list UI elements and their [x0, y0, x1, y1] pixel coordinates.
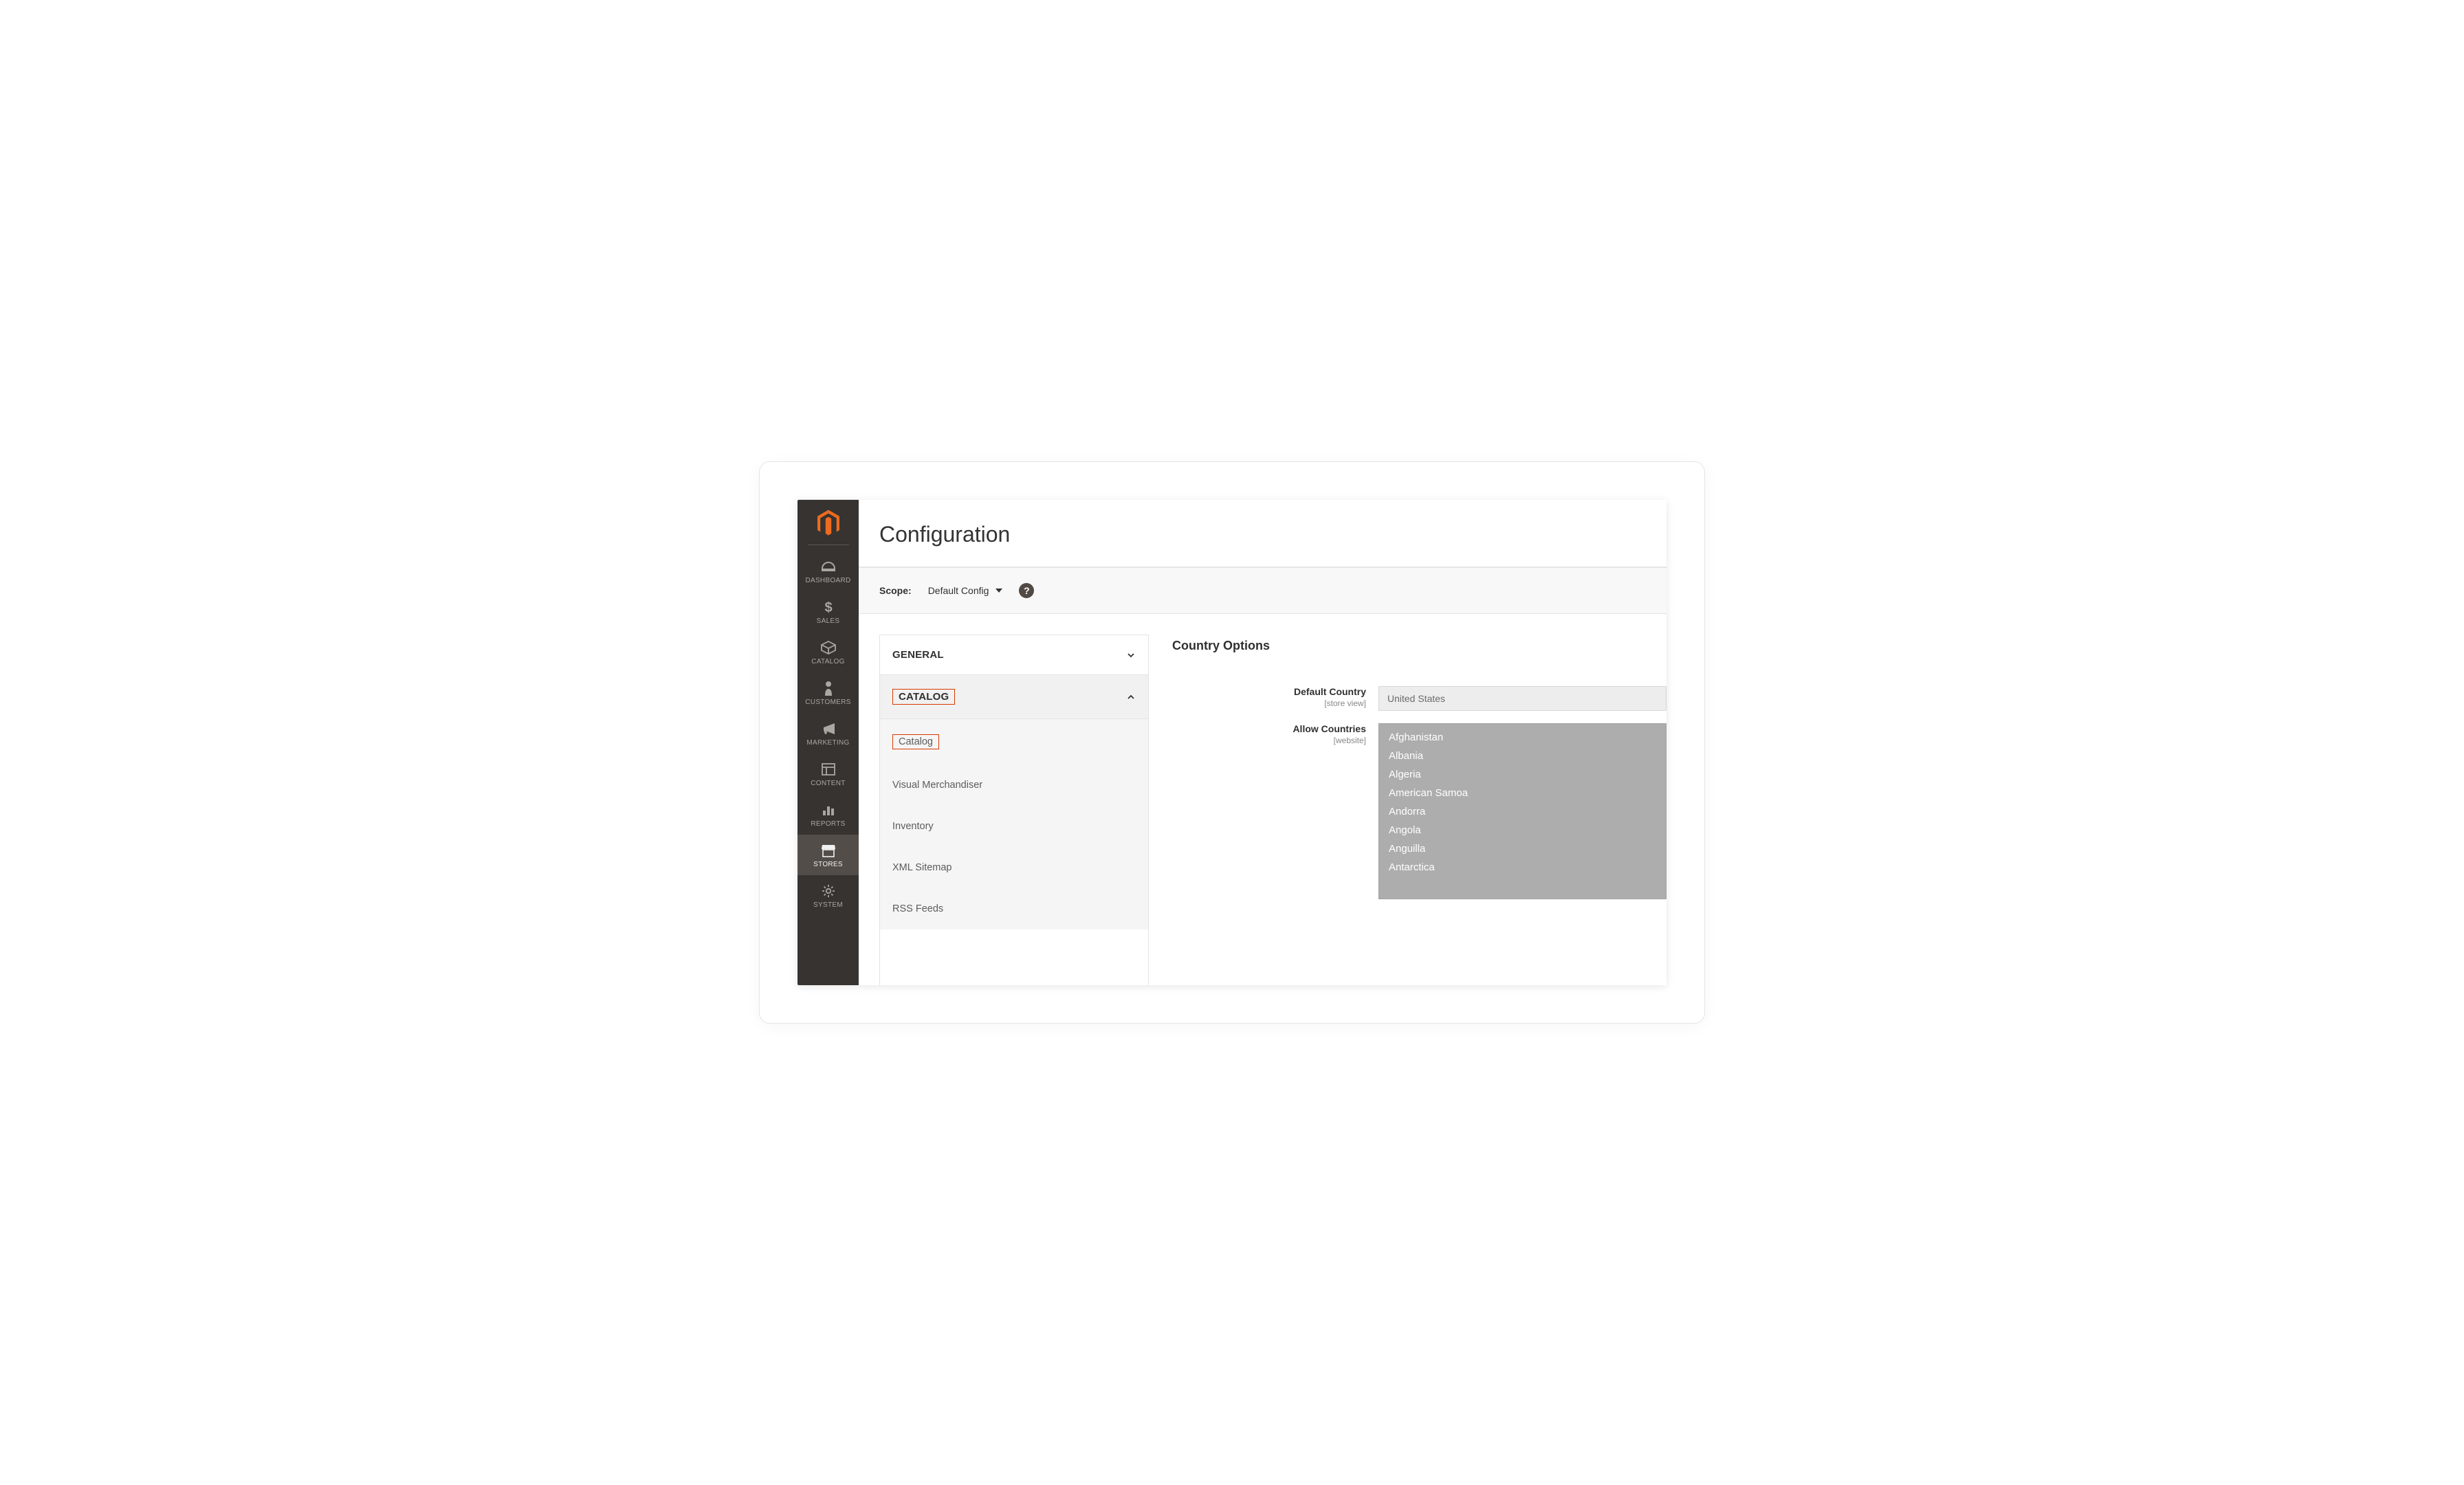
app-window: DASHBOARD $ SALES CATALOG CUSTOMERS — [798, 500, 1666, 985]
config-item-label: Visual Merchandiser — [892, 780, 982, 791]
nav-label: CUSTOMERS — [805, 698, 850, 706]
person-icon — [821, 681, 836, 696]
config-item-catalog[interactable]: Catalog — [880, 719, 1148, 764]
field-allow-countries: Allow Countries [website] Afghanistan Al… — [1172, 723, 1666, 899]
config-item-label: Catalog — [892, 734, 939, 749]
dollar-icon: $ — [821, 600, 836, 615]
magento-logo-icon — [815, 509, 842, 538]
help-icon[interactable]: ? — [1019, 583, 1034, 598]
scope-selector[interactable]: Default Config — [928, 585, 1003, 596]
section-title: Country Options — [1172, 639, 1666, 653]
config-item-label: Inventory — [892, 821, 934, 832]
nav-stores[interactable]: STORES — [798, 835, 859, 875]
config-item-xml-sitemap[interactable]: XML Sitemap — [880, 847, 1148, 888]
nav-dashboard[interactable]: DASHBOARD — [798, 551, 859, 591]
nav-label: MARKETING — [806, 739, 849, 747]
field-default-country: Default Country [store view] United Stat… — [1172, 686, 1666, 711]
field-scope-hint: [website] — [1172, 736, 1366, 745]
field-scope-hint: [store view] — [1172, 698, 1366, 708]
chevron-down-icon — [1126, 650, 1136, 660]
config-item-rss-feeds[interactable]: RSS Feeds — [880, 888, 1148, 930]
default-country-select[interactable]: United States — [1378, 686, 1666, 711]
store-icon — [821, 843, 836, 858]
nav-sales[interactable]: $ SALES — [798, 591, 859, 632]
country-option[interactable]: American Samoa — [1379, 784, 1666, 802]
nav-label: REPORTS — [811, 820, 845, 828]
nav-content[interactable]: CONTENT — [798, 754, 859, 794]
config-group-label: GENERAL — [892, 649, 944, 661]
country-option[interactable]: Albania — [1379, 747, 1666, 765]
layout-icon — [821, 762, 836, 777]
bar-chart-icon — [821, 802, 836, 817]
config-content: GENERAL CATALOG Catalog — [859, 614, 1666, 985]
field-input: United States — [1378, 686, 1666, 711]
config-sub-catalog: Catalog Visual Merchandiser Inventory XM… — [880, 719, 1148, 930]
country-option[interactable]: Antarctica — [1379, 858, 1666, 877]
nav-catalog[interactable]: CATALOG — [798, 632, 859, 672]
scope-value: Default Config — [928, 585, 989, 596]
scope-bar: Scope: Default Config ? — [859, 567, 1666, 614]
field-input: Afghanistan Albania Algeria American Sam… — [1378, 723, 1666, 899]
nav-label: STORES — [813, 861, 843, 868]
field-label: Default Country — [1294, 686, 1366, 697]
config-group-general[interactable]: GENERAL — [880, 635, 1148, 675]
nav-marketing[interactable]: MARKETING — [798, 713, 859, 754]
country-option[interactable]: Afghanistan — [1379, 728, 1666, 747]
config-group-label: CATALOG — [892, 689, 955, 705]
nav-label: SALES — [817, 617, 840, 625]
svg-text:$: $ — [824, 600, 832, 615]
nav-customers[interactable]: CUSTOMERS — [798, 672, 859, 713]
select-value: United States — [1387, 693, 1445, 704]
field-label-wrap: Default Country [store view] — [1172, 686, 1378, 708]
main-content: Configuration Scope: Default Config ? GE… — [859, 500, 1666, 985]
nav-label: CONTENT — [811, 780, 845, 787]
allow-countries-multiselect[interactable]: Afghanistan Albania Algeria American Sam… — [1378, 723, 1666, 899]
megaphone-icon — [821, 721, 836, 736]
page-header: Configuration — [859, 500, 1666, 567]
admin-sidebar: DASHBOARD $ SALES CATALOG CUSTOMERS — [798, 500, 859, 985]
page-title: Configuration — [879, 522, 1646, 547]
nav-label: CATALOG — [811, 658, 844, 666]
config-nav: GENERAL CATALOG Catalog — [879, 635, 1149, 985]
nav-label: SYSTEM — [813, 901, 843, 909]
config-item-label: XML Sitemap — [892, 862, 952, 873]
gear-icon — [821, 883, 836, 899]
country-option[interactable]: Anguilla — [1379, 839, 1666, 858]
nav-system[interactable]: SYSTEM — [798, 875, 859, 916]
country-option[interactable]: Andorra — [1379, 802, 1666, 821]
config-item-visual-merchandiser[interactable]: Visual Merchandiser — [880, 764, 1148, 806]
box-icon — [821, 640, 836, 655]
chevron-up-icon — [1126, 692, 1136, 702]
logo[interactable] — [798, 500, 859, 544]
field-label-wrap: Allow Countries [website] — [1172, 723, 1378, 745]
config-group-catalog[interactable]: CATALOG — [880, 675, 1148, 719]
caret-down-icon — [996, 588, 1002, 593]
scope-label: Scope: — [879, 585, 912, 596]
config-item-inventory[interactable]: Inventory — [880, 806, 1148, 847]
nav-label: DASHBOARD — [805, 577, 850, 584]
field-label: Allow Countries — [1292, 723, 1366, 734]
config-item-label: RSS Feeds — [892, 903, 943, 914]
gauge-icon — [821, 559, 836, 574]
country-option[interactable]: Angola — [1379, 821, 1666, 839]
nav-reports[interactable]: REPORTS — [798, 794, 859, 835]
sidebar-divider — [808, 544, 849, 545]
config-panel: Country Options Default Country [store v… — [1172, 635, 1666, 985]
country-option[interactable]: Algeria — [1379, 765, 1666, 784]
